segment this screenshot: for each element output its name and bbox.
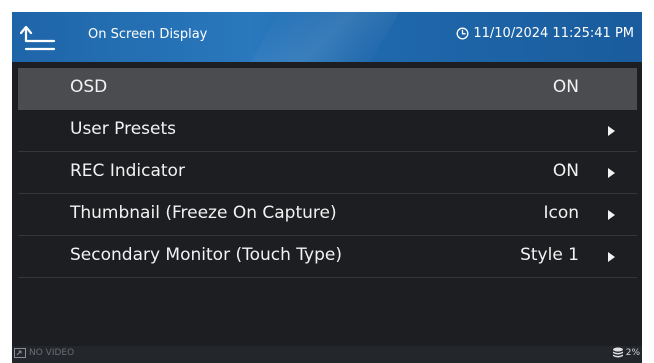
menu-item-secondary-monitor[interactable]: Secondary Monitor (Touch Type) Style 1 bbox=[18, 236, 637, 278]
back-button[interactable] bbox=[20, 20, 62, 54]
page-title: On Screen Display bbox=[88, 27, 208, 42]
chevron-right-icon bbox=[608, 168, 615, 178]
chevron-right-icon bbox=[608, 210, 615, 220]
menu-item-label: OSD bbox=[70, 77, 108, 97]
storage-icon bbox=[612, 347, 623, 358]
menu-item-osd[interactable]: OSD ON bbox=[18, 68, 637, 110]
back-return-icon bbox=[20, 25, 56, 51]
chevron-right-icon bbox=[608, 252, 615, 262]
menu-item-label: User Presets bbox=[70, 119, 177, 139]
clock-icon bbox=[456, 27, 469, 40]
menu-item-rec-indicator[interactable]: REC Indicator ON bbox=[18, 152, 637, 194]
header-sheen bbox=[238, 12, 406, 62]
menu-item-value: ON bbox=[552, 77, 579, 97]
storage-percent: 2% bbox=[625, 347, 640, 358]
menu-item-value: Style 1 bbox=[520, 245, 579, 265]
menu-item-value: Icon bbox=[543, 203, 579, 223]
storage-indicator: 2% bbox=[612, 347, 640, 358]
video-status-text: NO VIDEO bbox=[29, 348, 75, 358]
status-bar: NO VIDEO 2% bbox=[12, 346, 642, 363]
chevron-right-icon bbox=[608, 126, 615, 136]
header-bar: On Screen Display 11/10/2024 11:25:41 PM bbox=[12, 12, 642, 62]
video-status: NO VIDEO bbox=[14, 348, 74, 358]
device-screen: On Screen Display 11/10/2024 11:25:41 PM… bbox=[12, 12, 642, 363]
menu-item-label: Thumbnail (Freeze On Capture) bbox=[70, 203, 337, 223]
menu-item-label: REC Indicator bbox=[70, 161, 185, 181]
datetime-display: 11/10/2024 11:25:41 PM bbox=[456, 26, 634, 41]
menu-item-thumbnail[interactable]: Thumbnail (Freeze On Capture) Icon bbox=[18, 194, 637, 236]
datetime-text: 11/10/2024 11:25:41 PM bbox=[473, 26, 634, 41]
osd-settings-list: OSD ON User Presets REC Indicator ON Thu… bbox=[18, 68, 637, 278]
menu-item-user-presets[interactable]: User Presets bbox=[18, 110, 637, 152]
menu-item-label: Secondary Monitor (Touch Type) bbox=[70, 245, 342, 265]
video-input-icon bbox=[14, 348, 26, 358]
menu-item-value: ON bbox=[552, 161, 579, 181]
